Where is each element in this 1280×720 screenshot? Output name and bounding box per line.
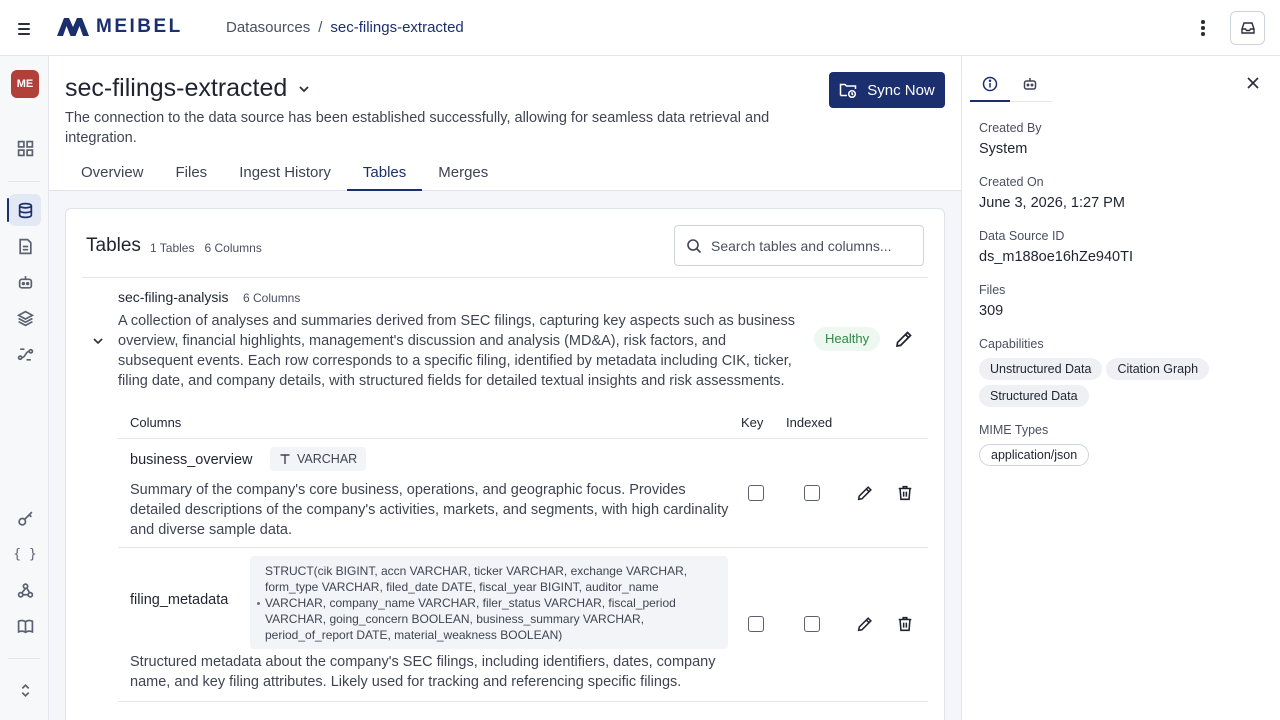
document-icon[interactable]	[9, 230, 41, 262]
sync-now-label: Sync Now	[867, 81, 935, 99]
source-id-value: ds_m188oe16hZe940TI	[979, 249, 1133, 265]
avatar[interactable]: ME	[11, 70, 39, 98]
left-rail: ME { }	[0, 56, 49, 720]
menu-icon[interactable]	[15, 19, 35, 37]
edit-icon[interactable]	[856, 484, 874, 502]
key-icon[interactable]	[9, 502, 41, 534]
page-title: sec-filings-extracted	[65, 74, 288, 102]
tab-tables[interactable]: Tables	[346, 155, 423, 191]
created-on-value: June 3, 2026, 1:27 PM	[979, 195, 1125, 211]
column-name: business_overview	[130, 452, 253, 468]
indexed-checkbox[interactable]	[804, 616, 820, 632]
key-checkbox[interactable]	[748, 485, 764, 501]
key-checkbox[interactable]	[748, 616, 764, 632]
robot-icon	[1023, 78, 1037, 90]
info-tab[interactable]	[970, 66, 1010, 102]
logo[interactable]: MEIBEL	[56, 16, 183, 38]
status-badge: Healthy	[814, 327, 881, 351]
inbox-icon	[1240, 22, 1255, 34]
sync-now-button[interactable]: Sync Now	[829, 72, 945, 108]
code-braces-icon[interactable]: { }	[9, 538, 41, 570]
mime-type-chip: application/json	[979, 444, 1090, 466]
indexed-checkbox[interactable]	[804, 485, 820, 501]
capability-chip: Citation Graph	[1106, 358, 1210, 380]
capability-chip: Unstructured Data	[979, 358, 1103, 380]
column-type: VARCHAR	[297, 452, 358, 466]
logo-mark-icon	[57, 18, 89, 36]
tab-overview[interactable]: Overview	[65, 155, 160, 191]
table-name[interactable]: sec-filing-analysis	[118, 289, 228, 305]
table-row: filing_metadata STRUCT(cik BIGINT, accn …	[118, 548, 928, 702]
tab-merges[interactable]: Merges	[422, 155, 504, 191]
main-content: sec-filings-extracted The connection to …	[49, 56, 961, 720]
tab-files[interactable]: Files	[160, 155, 224, 191]
breadcrumb: Datasources / sec-filings-extracted	[226, 19, 464, 36]
capability-chip: Structured Data	[979, 385, 1089, 407]
breadcrumb-root[interactable]: Datasources	[226, 19, 310, 36]
layers-icon[interactable]	[9, 302, 41, 334]
robot-icon[interactable]	[9, 266, 41, 298]
trash-icon[interactable]	[896, 615, 914, 633]
columns-header: Columns	[130, 415, 182, 430]
source-id-label: Data Source ID	[979, 229, 1065, 243]
column-description: Structured metadata about the company's …	[130, 654, 716, 690]
tab-bar: Overview Files Ingest History Tables Mer…	[65, 155, 504, 191]
created-on-label: Created On	[979, 175, 1044, 189]
breadcrumb-separator: /	[318, 19, 323, 36]
search-icon	[687, 239, 702, 254]
mime-types-label: MIME Types	[979, 423, 1049, 437]
table-columns-count: 6 Columns	[243, 291, 301, 305]
database-icon[interactable]	[7, 194, 41, 226]
tab-ingest-history[interactable]: Ingest History	[223, 155, 347, 191]
inbox-button[interactable]	[1230, 11, 1265, 45]
more-options-icon[interactable]	[1196, 18, 1210, 38]
mime-types-list: application/json	[979, 444, 1269, 466]
files-label: Files	[979, 283, 1006, 297]
trash-icon[interactable]	[896, 484, 914, 502]
table-count: 1 Tables	[150, 241, 195, 255]
table-description: A collection of analyses and summaries d…	[118, 313, 795, 389]
page-header: sec-filings-extracted The connection to …	[49, 56, 961, 191]
search-placeholder: Search tables and columns...	[711, 237, 892, 254]
webhook-icon[interactable]	[9, 574, 41, 606]
column-type: STRUCT(cik BIGINT, accn VARCHAR, ticker …	[265, 564, 688, 642]
type-badge: STRUCT(cik BIGINT, accn VARCHAR, ticker …	[250, 556, 728, 649]
table-row: business_overview VARCHAR Summary of the…	[118, 439, 928, 548]
chevron-down-icon[interactable]	[90, 333, 106, 349]
dashboard-icon[interactable]	[9, 132, 41, 164]
logo-text: MEIBEL	[96, 16, 183, 37]
edit-table-icon[interactable]	[894, 329, 914, 349]
capabilities-label: Capabilities	[979, 337, 1044, 351]
column-count: 6 Columns	[204, 241, 262, 255]
expand-collapse-icon[interactable]	[9, 674, 41, 706]
columns-header-row: Columns Key Indexed	[118, 405, 928, 439]
info-icon	[982, 76, 998, 92]
column-name: filing_metadata	[130, 592, 229, 608]
files-value: 309	[979, 303, 1004, 319]
search-tables-input[interactable]: Search tables and columns...	[674, 225, 924, 266]
capabilities-list: Unstructured Data Citation Graph Structu…	[979, 358, 1269, 407]
type-badge: VARCHAR	[270, 447, 367, 471]
column-description: Summary of the company's core business, …	[130, 482, 729, 538]
chevron-down-icon[interactable]	[297, 82, 311, 96]
key-header: Key	[741, 415, 764, 430]
breadcrumb-current: sec-filings-extracted	[330, 19, 464, 36]
workflow-icon[interactable]	[9, 338, 41, 370]
close-icon[interactable]	[1246, 76, 1260, 90]
details-panel: Created By System Created On June 3, 202…	[961, 56, 1280, 720]
created-by-label: Created By	[979, 121, 1042, 135]
folder-sync-icon	[839, 83, 857, 98]
agent-tab[interactable]	[1010, 66, 1050, 102]
book-icon[interactable]	[9, 610, 41, 642]
text-type-icon	[280, 454, 290, 464]
indexed-header: Indexed	[786, 415, 833, 430]
tables-card: Tables 1 Tables 6 Columns Search tables …	[65, 208, 945, 720]
tables-heading: Tables	[86, 235, 141, 256]
created-by-value: System	[979, 141, 1028, 157]
edit-icon[interactable]	[856, 615, 874, 633]
connection-status-text: The connection to the data source has be…	[65, 110, 770, 146]
top-bar: MEIBEL Datasources / sec-filings-extract…	[0, 0, 1280, 56]
